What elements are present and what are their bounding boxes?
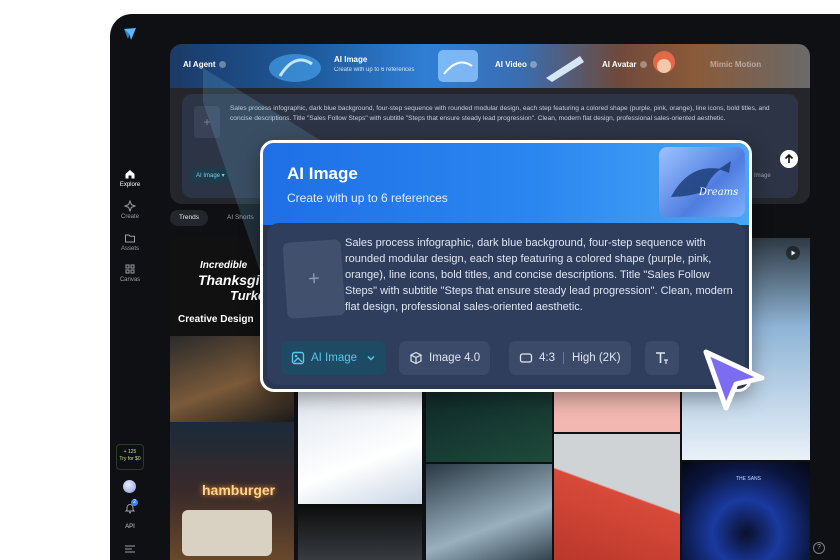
mode-select-label: AI Image — [311, 352, 358, 364]
ratio-quality-select[interactable]: 4:3 High (2K) — [509, 341, 631, 375]
aspect-ratio-icon — [519, 353, 533, 363]
chevron-down-icon — [367, 355, 375, 361]
add-reference-button[interactable]: + — [282, 239, 346, 319]
dreams-artwork: Dreams — [659, 147, 745, 217]
card-header: AI Image Create with up to 6 references … — [263, 143, 749, 225]
text-style-button[interactable] — [645, 341, 679, 375]
quality-label: High (2K) — [572, 352, 621, 364]
prompt-text[interactable]: Sales process infographic, dark blue bac… — [345, 235, 737, 315]
ratio-label: 4:3 — [539, 352, 555, 364]
divider — [563, 351, 564, 364]
mode-select[interactable]: AI Image — [281, 341, 387, 375]
model-select-label: Image 4.0 — [429, 352, 481, 364]
art-text: Dreams — [699, 187, 739, 198]
image-mode-icon — [291, 351, 305, 365]
pointer-cursor-icon — [703, 349, 765, 411]
prompt-box: + Sales process infographic, dark blue b… — [267, 223, 745, 385]
stage: Explore Create Assets Canvas + 125 Try f… — [0, 0, 840, 560]
card-title: AI Image — [287, 164, 358, 183]
whale-illustration — [671, 161, 731, 197]
text-icon — [656, 352, 668, 364]
model-select[interactable]: Image 4.0 — [399, 341, 491, 375]
cube-icon — [410, 351, 422, 365]
ai-image-card: AI Image Create with up to 6 references … — [260, 140, 752, 392]
card-subtitle: Create with up to 6 references — [287, 191, 448, 205]
